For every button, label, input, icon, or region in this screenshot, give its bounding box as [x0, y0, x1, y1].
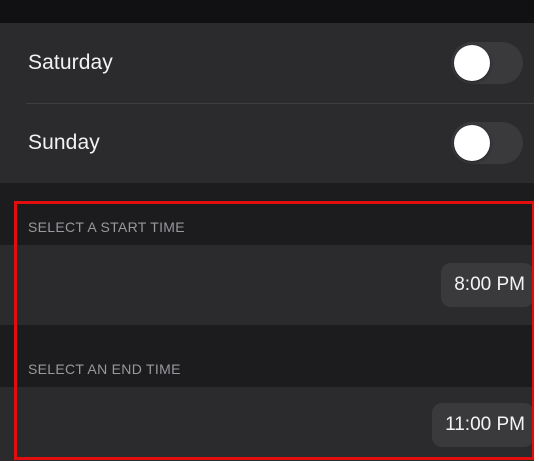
- section-spacer: [0, 183, 534, 205]
- start-time-header-label: SELECT A START TIME: [28, 219, 185, 235]
- sunday-toggle[interactable]: [451, 122, 523, 164]
- screen-edge: [534, 0, 539, 461]
- end-time-picker[interactable]: 11:00 PM: [432, 403, 534, 447]
- sunday-row[interactable]: Sunday: [0, 103, 534, 183]
- end-time-header-label: SELECT AN END TIME: [28, 361, 181, 377]
- toggle-knob: [454, 125, 490, 161]
- saturday-toggle[interactable]: [451, 42, 523, 84]
- sunday-label: Sunday: [28, 131, 100, 154]
- saturday-label: Saturday: [28, 51, 113, 74]
- start-time-section-header: SELECT A START TIME: [0, 205, 534, 245]
- end-time-row: 11:00 PM: [0, 387, 534, 461]
- schedule-settings-screen: Saturday Sunday SELECT A START TIME 8:00…: [0, 0, 539, 461]
- row-divider: [26, 103, 534, 104]
- start-time-picker[interactable]: 8:00 PM: [441, 263, 534, 307]
- section-spacer: [0, 325, 534, 345]
- saturday-row[interactable]: Saturday: [0, 23, 534, 103]
- end-time-section-header: SELECT AN END TIME: [0, 345, 534, 387]
- toggle-knob: [454, 45, 490, 81]
- start-time-row: 8:00 PM: [0, 245, 534, 325]
